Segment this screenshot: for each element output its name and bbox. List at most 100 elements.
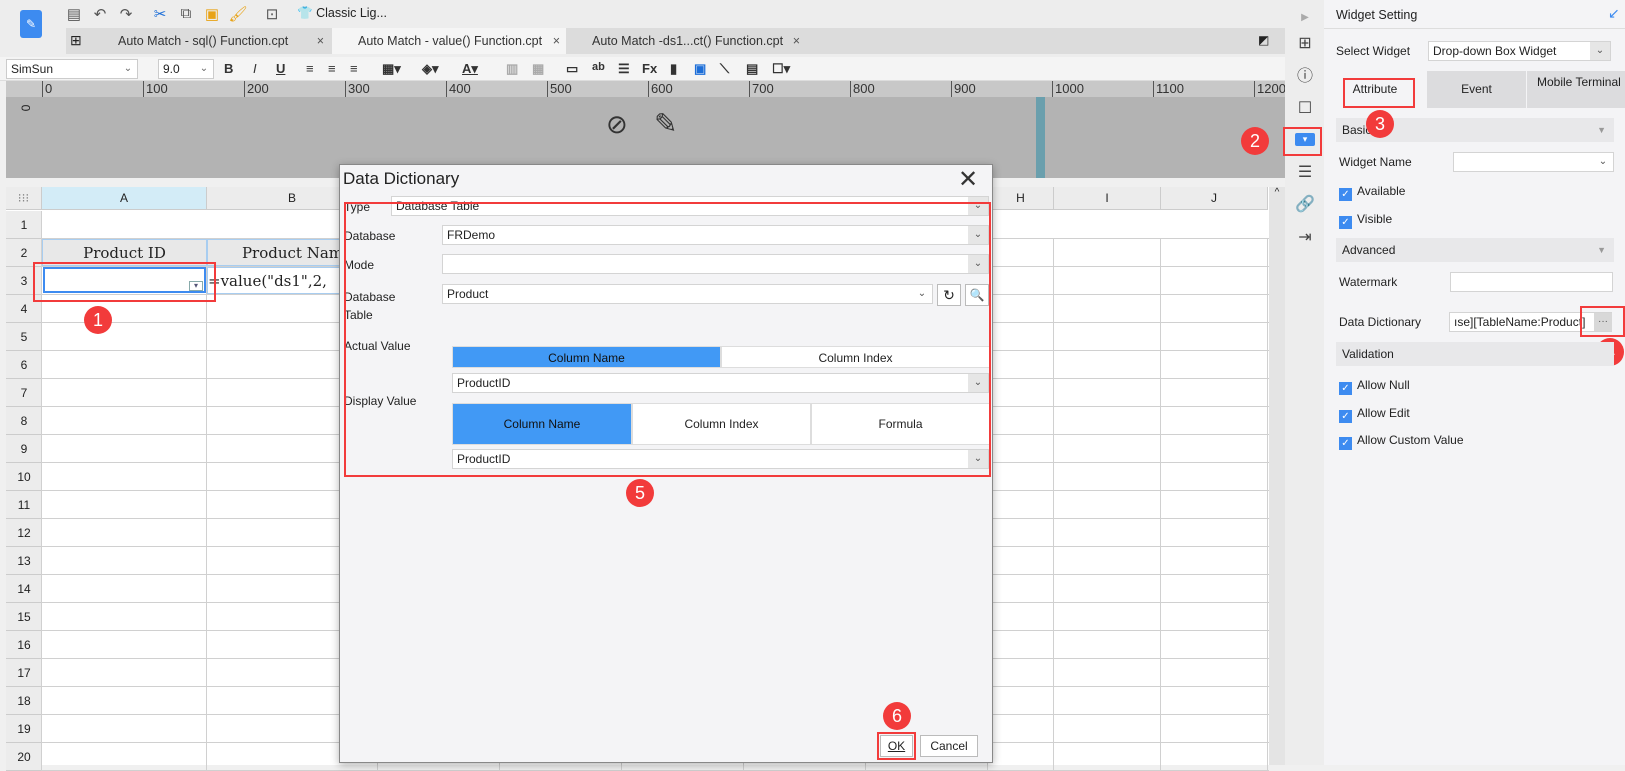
slash-icon[interactable]: ⟍: [720, 61, 729, 77]
align-left-icon[interactable]: ≡: [306, 61, 314, 76]
expand-arrow-icon[interactable]: ▶: [1295, 8, 1315, 28]
tab-ds1-function[interactable]: Auto Match -ds1...ct() Function.cpt ×: [566, 28, 806, 54]
row-header-18[interactable]: 18: [6, 687, 42, 715]
row-header-12[interactable]: 12: [6, 519, 42, 547]
theme-button[interactable]: 👕 Classic Lig...: [297, 6, 387, 21]
column-header-a[interactable]: A: [42, 187, 207, 210]
widget-name-label: Widget Name: [1339, 155, 1412, 169]
available-checkbox[interactable]: ✓ Available: [1339, 184, 1405, 201]
allow-custom-value-checkbox[interactable]: ✓ Allow Custom Value: [1339, 433, 1464, 450]
edit-pencil-icon[interactable]: ✎: [654, 107, 677, 140]
check-icon: ✓: [1339, 188, 1352, 201]
annotation-badge-5: 5: [626, 479, 654, 507]
preview-icon[interactable]: ⊡: [262, 5, 282, 23]
cancel-button[interactable]: Cancel: [920, 735, 978, 757]
merge-cells-icon[interactable]: ▥: [506, 61, 518, 77]
row-header-10[interactable]: 10: [6, 463, 42, 491]
new-report-icon[interactable]: ⊞: [70, 32, 82, 49]
tab-label: Event: [1461, 82, 1492, 96]
row-header-8[interactable]: 8: [6, 407, 42, 435]
tab-sql-function[interactable]: Auto Match - sql() Function.cpt ×: [92, 28, 330, 54]
underline-button[interactable]: U: [276, 61, 285, 76]
sub-report-icon[interactable]: ▤: [746, 61, 758, 77]
tab-list-icon[interactable]: ◩: [1258, 33, 1269, 47]
tab-value-function[interactable]: Auto Match - value() Function.cpt ×: [332, 28, 566, 54]
row-header-15[interactable]: 15: [6, 603, 42, 631]
allow-null-checkbox[interactable]: ✓ Allow Null: [1339, 378, 1410, 395]
cell-element-icon[interactable]: ⊞: [1295, 34, 1315, 54]
annotation-box-cell-a3: [33, 262, 216, 302]
text-widget-icon[interactable]: ▭: [566, 61, 578, 77]
chart-icon[interactable]: ▮: [670, 61, 677, 77]
visible-checkbox[interactable]: ✓ Visible: [1339, 212, 1392, 229]
italic-button[interactable]: I: [253, 61, 257, 76]
copy-icon[interactable]: ⧉: [176, 5, 196, 23]
select-widget-value: Drop-down Box Widget: [1433, 44, 1557, 58]
vertical-scrollbar[interactable]: ^: [1269, 187, 1285, 765]
checkbox-label: Allow Edit: [1357, 406, 1410, 420]
undo-icon[interactable]: ↶: [90, 5, 110, 23]
row-header-14[interactable]: 14: [6, 575, 42, 603]
column-header-j[interactable]: J: [1161, 187, 1268, 210]
formula-icon[interactable]: Fx: [642, 61, 657, 76]
row-header-16[interactable]: 16: [6, 631, 42, 659]
format-painter-icon[interactable]: 🖌: [228, 5, 248, 23]
column-header-i[interactable]: I: [1054, 187, 1161, 210]
widget-name-input[interactable]: ⌄: [1453, 152, 1614, 172]
frame-icon[interactable]: ☐▾: [772, 61, 790, 77]
hyperlink-icon[interactable]: 🔗: [1295, 195, 1315, 215]
close-icon[interactable]: ×: [553, 28, 560, 54]
save-icon[interactable]: ▤: [64, 5, 84, 23]
redo-icon[interactable]: ↷: [116, 5, 136, 23]
select-all-corner[interactable]: ⁝⁝⁝: [6, 187, 42, 210]
app-designer-icon[interactable]: ✎: [20, 10, 42, 38]
border-icon[interactable]: ▦▾: [382, 61, 401, 77]
float-element-icon[interactable]: ☐: [1295, 99, 1315, 119]
font-select[interactable]: SimSun ⌄: [6, 59, 138, 79]
image-icon[interactable]: ▣: [694, 61, 706, 77]
row-header-1[interactable]: 1: [6, 211, 42, 239]
watermark-input[interactable]: [1450, 272, 1613, 292]
parameter-boundary[interactable]: [1036, 97, 1045, 178]
split-cells-icon[interactable]: ▦: [532, 61, 544, 77]
row-header-6[interactable]: 6: [6, 351, 42, 379]
tab-label: Auto Match - value() Function.cpt: [358, 34, 543, 48]
row-header-7[interactable]: 7: [6, 379, 42, 407]
section-validation[interactable]: Validation: [1336, 342, 1614, 366]
paste-icon[interactable]: ▣: [202, 5, 222, 23]
row-header-17[interactable]: 17: [6, 659, 42, 687]
bold-button[interactable]: B: [224, 61, 233, 76]
font-color-icon[interactable]: A▾: [462, 61, 478, 77]
ruler-tick: 800: [850, 81, 875, 97]
align-center-icon[interactable]: ≡: [328, 61, 336, 76]
align-right-icon[interactable]: ≡: [350, 61, 358, 76]
close-icon[interactable]: ×: [793, 28, 800, 54]
fill-color-icon[interactable]: ◈▾: [422, 61, 439, 77]
checkbox-label: Available: [1357, 184, 1406, 198]
font-size-select[interactable]: 9.0 ⌄: [158, 59, 214, 79]
column-header-h[interactable]: H: [988, 187, 1054, 210]
ruler-tick: 0: [42, 81, 52, 97]
list-icon[interactable]: ☰: [618, 61, 630, 77]
gridline: [1053, 211, 1054, 771]
section-advanced[interactable]: Advanced ▼: [1336, 238, 1614, 262]
condition-attribute-icon[interactable]: ☰: [1295, 163, 1315, 183]
select-widget-dropdown[interactable]: Drop-down Box Widget ⌄: [1428, 41, 1611, 61]
row-header-19[interactable]: 19: [6, 715, 42, 743]
close-icon[interactable]: ✕: [958, 165, 978, 194]
allow-edit-checkbox[interactable]: ✓ Allow Edit: [1339, 406, 1410, 423]
cell-attribute-icon[interactable]: ⓘ: [1295, 67, 1315, 87]
hide-icon[interactable]: ⊘: [606, 109, 628, 140]
tab-event[interactable]: Event: [1427, 71, 1526, 108]
row-header-9[interactable]: 9: [6, 435, 42, 463]
row-header-13[interactable]: 13: [6, 547, 42, 575]
row-header-5[interactable]: 5: [6, 323, 42, 351]
data-input-icon[interactable]: ⇥: [1295, 228, 1315, 248]
row-header-11[interactable]: 11: [6, 491, 42, 519]
row-header-20[interactable]: 20: [6, 743, 42, 771]
cut-icon[interactable]: ✂: [150, 5, 170, 23]
label-widget-icon[interactable]: ab: [592, 61, 605, 73]
close-icon[interactable]: ×: [317, 28, 324, 54]
dock-arrow-icon[interactable]: ↙: [1608, 5, 1620, 22]
tab-mobile-terminal[interactable]: Mobile Terminal: [1527, 71, 1625, 108]
